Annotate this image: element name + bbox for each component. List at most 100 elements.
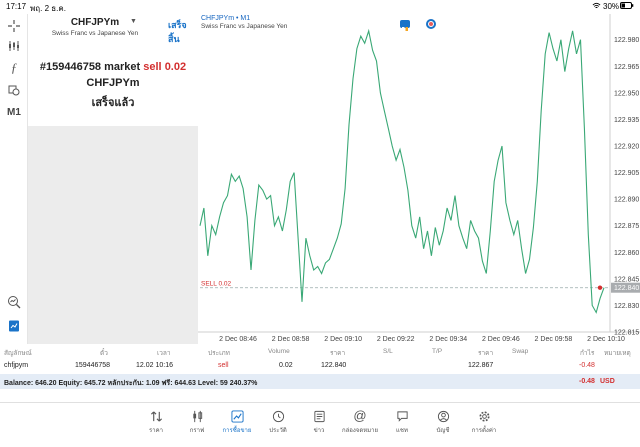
order-volume: 0.02 bbox=[164, 61, 187, 73]
sync-icon[interactable] bbox=[426, 19, 436, 29]
trade-panel-icon[interactable] bbox=[4, 316, 24, 336]
chat-icon bbox=[382, 407, 422, 425]
y-tick-label: 122.860 bbox=[614, 250, 639, 257]
news-icon bbox=[299, 407, 339, 425]
status-time: 17:17 bbox=[6, 2, 27, 11]
y-tick-label: 122.890 bbox=[614, 197, 639, 204]
indicators-icon[interactable] bbox=[4, 36, 24, 56]
nav-quotes[interactable]: ราคา bbox=[136, 407, 176, 443]
wifi-icon bbox=[592, 2, 601, 12]
x-tick-label: 2 Dec 10:10 bbox=[587, 336, 625, 343]
x-tick-label: 2 Dec 08:46 bbox=[219, 336, 257, 343]
y-tick-label: 122.845 bbox=[614, 276, 639, 283]
col-tp: T/P bbox=[432, 348, 443, 355]
x-tick-label: 2 Dec 09:58 bbox=[535, 336, 573, 343]
one-click-trading-icon[interactable] bbox=[400, 20, 410, 31]
order-result-card: CHFJPYm ▼ เสร็จสิ้น Swiss Franc vs Japan… bbox=[28, 14, 198, 126]
battery-icon bbox=[620, 2, 634, 11]
y-tick-label: 122.980 bbox=[614, 37, 639, 44]
row-volume: 0.02 bbox=[279, 362, 293, 369]
table-row[interactable]: chfjpym 159446758 12.02 10:16 sell 0.02 … bbox=[0, 358, 640, 374]
col-ticket: ตั๋ว bbox=[100, 350, 108, 357]
col-current-price: ราคา bbox=[478, 350, 494, 357]
balance-text: Balance: 646.20 Equity: 645.72 หลักประกั… bbox=[4, 380, 258, 387]
col-swap: Swap bbox=[512, 348, 529, 355]
balance-currency: USD bbox=[600, 378, 615, 385]
y-tick-label: 122.830 bbox=[614, 303, 639, 310]
battery-percent: 30% bbox=[603, 2, 620, 11]
col-price: ราคา bbox=[330, 350, 346, 357]
x-tick-label: 2 Dec 08:58 bbox=[272, 336, 310, 343]
zoom-chart-icon[interactable] bbox=[4, 292, 24, 312]
order-type: market bbox=[104, 61, 141, 73]
order-result-panel: CHFJPYm ▼ เสร็จสิ้น Swiss Franc vs Japan… bbox=[28, 14, 198, 344]
order-symbol: CHFJPYm bbox=[86, 77, 140, 89]
nav-settings[interactable]: การตั้งค่า bbox=[464, 407, 504, 443]
chart-canvas[interactable]: 122.980 122.965 122.950 122.935 122.920 122.9… bbox=[198, 14, 640, 344]
x-tick-label: 2 Dec 09:46 bbox=[482, 336, 520, 343]
account-icon bbox=[423, 407, 463, 425]
balance-summary: Balance: 646.20 Equity: 645.72 หลักประกั… bbox=[0, 374, 640, 389]
nav-account[interactable]: บัญชี bbox=[423, 407, 463, 443]
done-button[interactable]: เสร็จสิ้น bbox=[168, 18, 198, 46]
sell-marker bbox=[597, 285, 603, 290]
arrows-updown-icon bbox=[136, 407, 176, 425]
chevron-down-icon[interactable]: ▼ bbox=[130, 18, 137, 25]
y-tick-label: 122.875 bbox=[614, 223, 639, 230]
balance-profit: -0.48 bbox=[579, 378, 595, 385]
y-tick-label: 122.905 bbox=[614, 170, 639, 177]
order-number: #159446758 bbox=[39, 61, 102, 73]
row-ticket: 159446758 bbox=[75, 362, 111, 369]
nav-charts[interactable]: กราฟ bbox=[177, 407, 217, 443]
order-summary: #159446758 market sell 0.02 bbox=[28, 61, 198, 73]
row-symbol: chfjpym bbox=[4, 362, 29, 369]
price-chart[interactable]: 122.980 122.965 122.950 122.935 122.920 122.9… bbox=[198, 14, 640, 344]
function-icon[interactable]: ƒ bbox=[4, 58, 24, 78]
status-bar: 17:17 พฤ. 2 ธ.ค. 30% bbox=[0, 0, 640, 14]
current-price-label: 122.840 bbox=[614, 285, 639, 292]
col-sl: S/L bbox=[383, 348, 393, 355]
timeframe-button[interactable]: M1 bbox=[4, 102, 24, 122]
col-volume: Volume bbox=[268, 348, 290, 355]
crosshair-tool-icon[interactable] bbox=[4, 16, 24, 36]
gear-icon bbox=[464, 407, 504, 425]
symbol-selector[interactable]: CHFJPYm bbox=[28, 17, 162, 28]
objects-icon[interactable] bbox=[4, 80, 24, 100]
nav-chat[interactable]: แชท bbox=[382, 407, 422, 443]
col-profit: กำไร bbox=[580, 350, 595, 357]
chart-subtitle: Swiss Franc vs Japanese Yen bbox=[201, 23, 288, 30]
chart-title: CHFJPYm • M1 bbox=[201, 15, 251, 22]
positions-table-header: สัญลักษณ์ ตั๋ว เวลา ประเภท Volume ราคา S… bbox=[0, 344, 640, 358]
order-status: เสร็จแล้ว bbox=[91, 97, 135, 109]
left-toolbar: ƒ M1 bbox=[0, 14, 28, 344]
row-price: 122.840 bbox=[321, 362, 347, 369]
price-series-line bbox=[199, 28, 605, 314]
row-time: 12.02 10:16 bbox=[136, 362, 173, 369]
y-tick-label: 122.965 bbox=[614, 64, 639, 71]
trade-chart-icon bbox=[217, 407, 257, 425]
nav-history[interactable]: ประวัติ bbox=[258, 407, 298, 443]
col-type: ประเภท bbox=[208, 350, 230, 357]
order-side: sell bbox=[143, 61, 162, 73]
nav-mailbox[interactable]: @ กล่องจดหมาย bbox=[340, 407, 380, 443]
row-current-price: 122.867 bbox=[468, 362, 494, 369]
row-profit: -0.48 bbox=[579, 362, 595, 369]
x-tick-label: 2 Dec 09:34 bbox=[429, 336, 467, 343]
x-tick-label: 2 Dec 09:22 bbox=[377, 336, 415, 343]
y-tick-label: 122.935 bbox=[614, 117, 639, 124]
y-tick-label: 122.950 bbox=[614, 90, 639, 97]
nav-trade[interactable]: การซื้อขาย bbox=[217, 407, 257, 443]
history-icon bbox=[258, 407, 298, 425]
col-symbol: สัญลักษณ์ bbox=[4, 350, 32, 357]
col-comment: หมายเหตุ bbox=[604, 350, 631, 357]
bottom-navigation: ราคา กราฟ การซื้อขาย ประวัติ ข่าว @ กล่อ… bbox=[0, 402, 640, 447]
mail-at-icon: @ bbox=[353, 408, 367, 423]
sell-level-label: SELL 0.02 bbox=[201, 281, 232, 288]
row-type: sell bbox=[218, 362, 229, 369]
col-time: เวลา bbox=[157, 350, 171, 357]
x-tick-label: 2 Dec 09:10 bbox=[324, 336, 362, 343]
symbol-description: Swiss Franc vs Japanese Yen bbox=[51, 30, 139, 37]
candles-icon bbox=[177, 407, 217, 425]
y-tick-label: 122.920 bbox=[614, 144, 639, 151]
nav-news[interactable]: ข่าว bbox=[299, 407, 339, 443]
